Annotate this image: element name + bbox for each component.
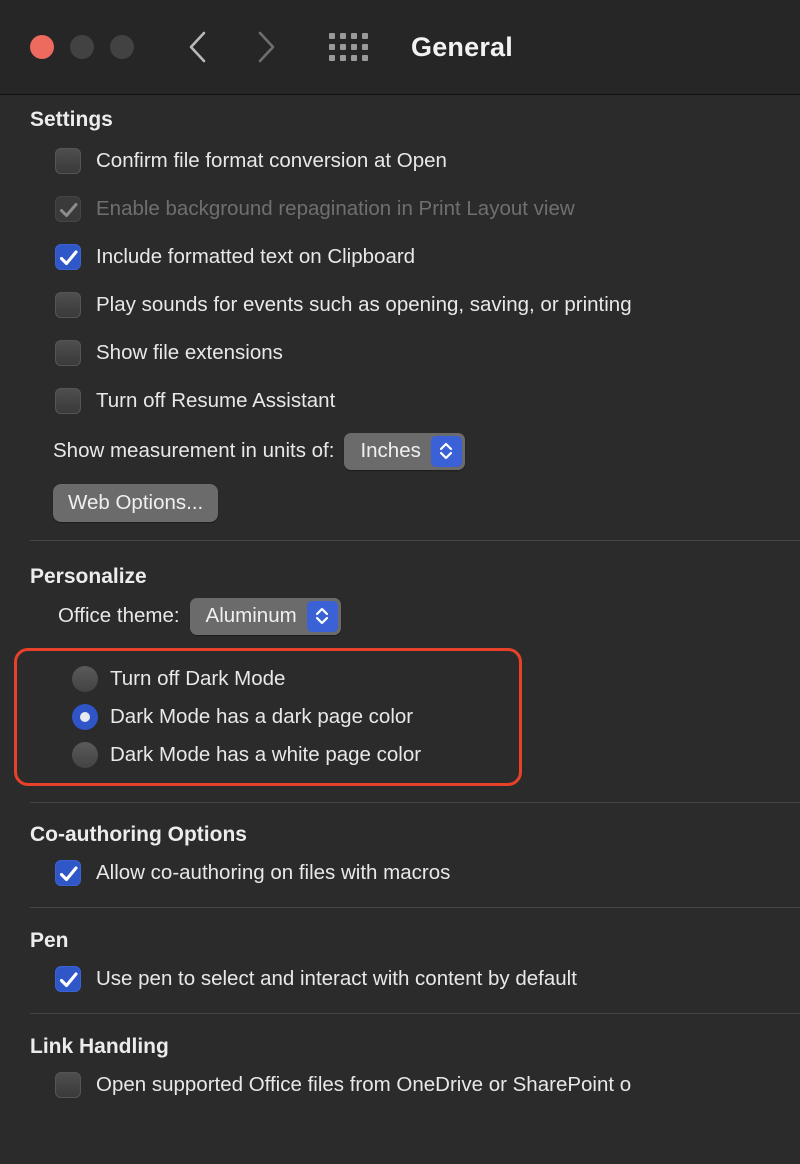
measurement-units-value: Inches: [360, 439, 421, 462]
office-theme-row: Office theme: Aluminum: [0, 589, 800, 643]
section-divider: [30, 1013, 800, 1014]
web-options-row: Web Options...: [0, 477, 800, 529]
section-divider: [30, 540, 800, 541]
checkbox-open-supported-office-files[interactable]: [55, 1072, 81, 1098]
checkbox-label: Open supported Office files from OneDriv…: [96, 1073, 632, 1096]
radio-label: Turn off Dark Mode: [110, 667, 286, 690]
checkbox-label: Play sounds for events such as opening, …: [96, 293, 632, 316]
radio-dark-page-color[interactable]: [72, 704, 98, 730]
section-title-personalize: Personalize: [30, 565, 147, 588]
minimize-window-button[interactable]: [70, 35, 94, 59]
grid-dot: [350, 44, 357, 50]
section-title-settings: Settings: [30, 108, 113, 131]
radio-label: Dark Mode has a dark page color: [110, 705, 414, 728]
checkbox-include-formatted-text[interactable]: [55, 244, 81, 270]
checkbox-row-allow-coauthoring[interactable]: Allow co-authoring on files with macros: [0, 849, 800, 897]
section-divider: [30, 907, 800, 908]
web-options-button[interactable]: Web Options...: [53, 484, 219, 522]
window-titlebar: General: [0, 0, 800, 95]
preferences-content: Settings Confirm file format conversion …: [0, 95, 800, 1164]
radio-row-white-page-color[interactable]: Dark Mode has a white page color: [17, 736, 519, 774]
grid-dot: [328, 33, 335, 39]
back-chevron-icon[interactable]: [187, 29, 209, 65]
traffic-light-group: [30, 35, 134, 59]
checkbox-row-turn-off-resume-assistant[interactable]: Turn off Resume Assistant: [0, 377, 800, 425]
section-title-pen: Pen: [30, 929, 69, 952]
checkbox-row-show-file-extensions[interactable]: Show file extensions: [0, 329, 800, 377]
grid-dot: [339, 55, 346, 61]
checkbox-row-confirm-file-format[interactable]: Confirm file format conversion at Open: [0, 137, 800, 185]
measurement-units-row: Show measurement in units of: Inches: [0, 425, 800, 477]
checkbox-label: Show file extensions: [96, 341, 283, 364]
radio-row-dark-page-color[interactable]: Dark Mode has a dark page color: [17, 698, 519, 736]
grid-dot: [350, 55, 357, 61]
checkbox-show-file-extensions[interactable]: [55, 340, 81, 366]
checkbox-background-repagination: [55, 196, 81, 222]
radio-turn-off-dark-mode[interactable]: [72, 666, 98, 692]
checkbox-row-include-formatted-text[interactable]: Include formatted text on Clipboard: [0, 233, 800, 281]
checkbox-allow-coauthoring[interactable]: [55, 860, 81, 886]
checkbox-turn-off-resume-assistant[interactable]: [55, 388, 81, 414]
checkbox-label: Use pen to select and interact with cont…: [96, 967, 577, 990]
checkbox-label: Enable background repagination in Print …: [96, 197, 575, 220]
grid-dot: [361, 55, 368, 61]
office-theme-label: Office theme:: [58, 604, 180, 627]
measurement-units-select[interactable]: Inches: [344, 432, 465, 470]
section-title-link-handling: Link Handling: [30, 1035, 169, 1058]
grid-dot: [361, 44, 368, 50]
checkbox-row-use-pen[interactable]: Use pen to select and interact with cont…: [0, 955, 800, 1003]
grid-dot: [339, 44, 346, 50]
section-divider: [30, 802, 800, 803]
chevron-updown-icon: [430, 435, 462, 467]
checkbox-confirm-file-format[interactable]: [55, 148, 81, 174]
dark-mode-annotation-box: Turn off Dark Mode Dark Mode has a dark …: [14, 648, 522, 786]
office-theme-value: Aluminum: [205, 604, 297, 627]
office-theme-select[interactable]: Aluminum: [189, 597, 341, 635]
chevron-updown-icon: [306, 600, 338, 632]
navigation-group: [187, 29, 277, 65]
forward-chevron-icon[interactable]: [255, 29, 277, 65]
close-window-button[interactable]: [30, 35, 54, 59]
maximize-window-button[interactable]: [110, 35, 134, 59]
radio-white-page-color[interactable]: [72, 742, 98, 768]
grid-dot: [328, 44, 335, 50]
checkbox-row-background-repagination: Enable background repagination in Print …: [0, 185, 800, 233]
grid-dot: [350, 33, 357, 39]
checkbox-label: Include formatted text on Clipboard: [96, 245, 416, 268]
checkbox-label: Turn off Resume Assistant: [96, 389, 336, 412]
checkbox-label: Confirm file format conversion at Open: [96, 149, 447, 172]
grid-dot: [361, 33, 368, 39]
grid-dot: [339, 33, 346, 39]
radio-row-turn-off-dark-mode[interactable]: Turn off Dark Mode: [17, 660, 519, 698]
show-all-grid-icon[interactable]: [328, 32, 368, 62]
checkbox-row-open-supported-office-files[interactable]: Open supported Office files from OneDriv…: [0, 1061, 800, 1109]
section-title-coauthoring: Co-authoring Options: [30, 823, 247, 846]
checkbox-row-play-sounds[interactable]: Play sounds for events such as opening, …: [0, 281, 800, 329]
checkbox-play-sounds[interactable]: [55, 292, 81, 318]
checkbox-use-pen[interactable]: [55, 966, 81, 992]
radio-label: Dark Mode has a white page color: [110, 743, 422, 766]
measurement-units-label: Show measurement in units of:: [53, 439, 335, 462]
checkbox-label: Allow co-authoring on files with macros: [96, 861, 451, 884]
window-title: General: [411, 31, 513, 62]
grid-dot: [328, 55, 335, 61]
